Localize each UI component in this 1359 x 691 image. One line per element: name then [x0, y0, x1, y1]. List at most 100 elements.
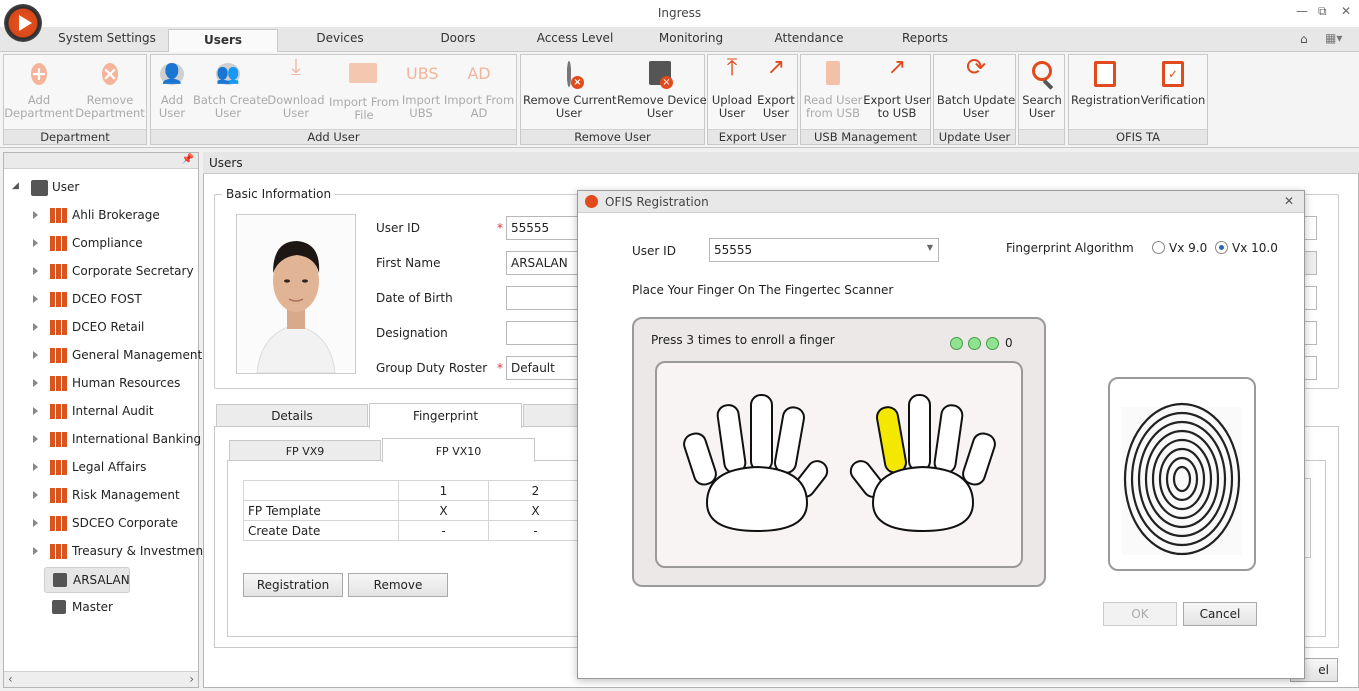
- table-row[interactable]: Create Date - -: [243, 520, 583, 541]
- batch-update-user-button[interactable]: ⟳ Batch Update User: [936, 55, 1016, 120]
- read-usb-button[interactable]: Read User from USB: [803, 59, 863, 120]
- tree-item-department[interactable]: Corporate Secretary: [4, 259, 198, 285]
- collapse-ribbon-icon[interactable]: ⌂: [1300, 32, 1308, 46]
- tree-item-department[interactable]: General Management: [4, 343, 202, 369]
- tree-item-department[interactable]: Legal Affairs: [4, 455, 198, 481]
- remove-current-user-button[interactable]: × Remove Current User: [523, 59, 617, 120]
- add-department-button[interactable]: + Add Department: [4, 59, 74, 120]
- ad-icon: AD: [467, 64, 491, 83]
- export-usb-button[interactable]: ↗ Export User to USB: [863, 55, 931, 120]
- tree-item-department[interactable]: Treasury & Investments: [4, 539, 214, 565]
- remove-department-button[interactable]: × Remove Department: [74, 59, 146, 120]
- radio-vx9[interactable]: [1152, 241, 1165, 254]
- tab-attendance[interactable]: Attendance: [766, 31, 852, 45]
- designation-input[interactable]: [506, 321, 578, 345]
- hands-diagram[interactable]: [657, 363, 1021, 566]
- tab-doors[interactable]: Doors: [418, 31, 498, 45]
- group-label-update-user: Update User: [934, 129, 1015, 144]
- expand-icon[interactable]: [33, 463, 38, 471]
- expand-icon[interactable]: [33, 491, 38, 499]
- expand-icon[interactable]: [33, 295, 38, 303]
- table-cell: X: [488, 500, 583, 521]
- layout-menu-icon[interactable]: ▦▾: [1325, 31, 1342, 45]
- expand-icon[interactable]: [33, 267, 38, 275]
- scroll-left-icon[interactable]: ‹: [8, 672, 13, 686]
- department-label: Legal Affairs: [72, 460, 147, 474]
- expand-icon[interactable]: [33, 351, 38, 359]
- tree-item-user[interactable]: Master: [44, 595, 130, 621]
- registration-button[interactable]: Registration: [1071, 59, 1140, 107]
- first-name-input[interactable]: ARSALAN: [506, 251, 578, 275]
- minimize-button[interactable]: —: [1296, 4, 1308, 18]
- expand-icon[interactable]: [33, 407, 38, 415]
- export-user-button[interactable]: ↗ Export User: [754, 57, 798, 120]
- tree-item-department[interactable]: International Banking: [4, 427, 201, 453]
- scroll-right-icon[interactable]: ›: [189, 672, 194, 686]
- restore-button[interactable]: ⧉: [1318, 4, 1327, 19]
- verification-button[interactable]: ✓ Verification: [1139, 59, 1207, 107]
- download-user-button[interactable]: ⤓ Download User: [265, 57, 327, 120]
- expand-icon[interactable]: [33, 519, 38, 527]
- tab-fp-vx9[interactable]: FP VX9: [229, 440, 381, 461]
- tree-scrollbar[interactable]: ‹ ›: [4, 671, 198, 687]
- expand-icon[interactable]: [33, 211, 38, 219]
- tab-reports[interactable]: Reports: [890, 31, 960, 45]
- tree-item-department[interactable]: Human Resources: [4, 371, 198, 397]
- app-logo-icon[interactable]: [4, 4, 42, 42]
- tab-fp-vx10[interactable]: FP VX10: [382, 438, 535, 462]
- add-user-button[interactable]: 👤 Add User: [153, 59, 191, 120]
- enroll-indicator-icon: [950, 337, 963, 350]
- import-ubs-button[interactable]: UBS Import UBS: [401, 59, 441, 120]
- close-button[interactable]: ✕: [1341, 4, 1351, 18]
- tree-item-department[interactable]: Compliance: [4, 231, 198, 257]
- export-usb-icon: ↗: [887, 55, 907, 80]
- tree-item-department[interactable]: Risk Management: [4, 483, 198, 509]
- expand-icon[interactable]: [33, 323, 38, 331]
- tab-users[interactable]: Users: [168, 29, 278, 53]
- dialog-cancel-button[interactable]: Cancel: [1183, 602, 1257, 626]
- batch-create-user-button[interactable]: 👥 Batch Create User: [193, 59, 268, 120]
- tree-item-department[interactable]: DCEO Retail: [4, 315, 198, 341]
- tree-item-department[interactable]: DCEO FOST: [4, 287, 198, 313]
- import-file-button[interactable]: Import From File: [329, 59, 399, 122]
- user-photo[interactable]: [236, 214, 356, 374]
- search-user-button[interactable]: Search User: [1020, 59, 1064, 120]
- import-ad-button[interactable]: AD Import From AD: [443, 59, 515, 120]
- collapse-icon[interactable]: ◢: [12, 181, 19, 191]
- group-ofis-ta: Registration ✓ Verification OFIS TA: [1068, 54, 1208, 145]
- radio-vx10[interactable]: [1215, 241, 1228, 254]
- tree-item-department[interactable]: SDCEO Corporate: [4, 511, 198, 537]
- tab-monitoring[interactable]: Monitoring: [648, 31, 734, 45]
- import-file-label: Import From File: [329, 95, 400, 122]
- tree-item-user[interactable]: ARSALAN: [44, 567, 130, 593]
- expand-icon[interactable]: [33, 435, 38, 443]
- pin-icon[interactable]: 📌: [182, 154, 194, 165]
- tab-access-level[interactable]: Access Level: [530, 31, 620, 45]
- user-id-input[interactable]: 55555: [506, 216, 578, 240]
- tab-extra[interactable]: [523, 404, 583, 427]
- ok-button[interactable]: OK: [1103, 602, 1177, 626]
- roster-select[interactable]: Default: [506, 356, 578, 380]
- expand-icon[interactable]: [33, 379, 38, 387]
- table-row[interactable]: FP Template X X: [243, 500, 583, 521]
- ribbon: + Add Department × Remove Department Dep…: [0, 52, 1359, 148]
- tab-system-settings[interactable]: System Settings: [48, 31, 166, 45]
- upload-user-button[interactable]: ⤒ Upload User: [710, 55, 754, 120]
- expand-icon[interactable]: [33, 239, 38, 247]
- enroll-indicator-icon: [986, 337, 999, 350]
- fp-remove-button[interactable]: Remove: [348, 573, 448, 597]
- dialog-user-id-select[interactable]: 55555 ▼: [709, 238, 939, 262]
- tab-details[interactable]: Details: [216, 404, 368, 427]
- tree-root[interactable]: ◢ User: [4, 175, 194, 201]
- dialog-close-icon[interactable]: ✕: [1284, 194, 1294, 208]
- remove-device-user-button[interactable]: × Remove Device User: [617, 59, 707, 120]
- tree-item-department[interactable]: Internal Audit: [4, 399, 198, 425]
- department-icon: [50, 404, 67, 420]
- group-label-export-user: Export User: [708, 129, 797, 144]
- fp-registration-button[interactable]: Registration: [243, 573, 343, 597]
- tab-fingerprint[interactable]: Fingerprint: [369, 403, 522, 428]
- dob-input[interactable]: [506, 286, 578, 310]
- tab-devices[interactable]: Devices: [300, 31, 380, 45]
- tree-item-department[interactable]: Ahli Brokerage: [4, 203, 198, 229]
- expand-icon[interactable]: [33, 547, 38, 555]
